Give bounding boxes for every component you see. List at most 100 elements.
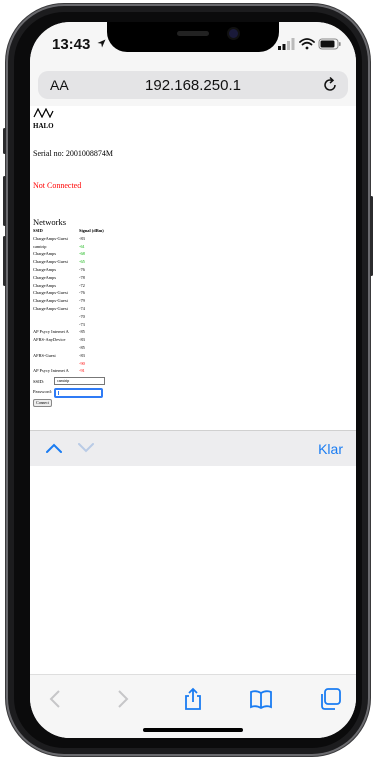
forward-icon[interactable] <box>110 687 134 711</box>
network-signal: -83 <box>79 337 85 343</box>
power-button <box>370 196 373 276</box>
network-ssid: AFRS-AnyDevice <box>33 337 66 343</box>
connection-status: Not Connected <box>33 181 82 190</box>
mute-switch <box>3 128 6 154</box>
network-ssid <box>32 313 78 321</box>
share-icon[interactable] <box>181 687 205 711</box>
empty-area <box>30 466 356 674</box>
network-signal: -85 <box>79 329 85 335</box>
network-signal: -85 <box>79 344 85 350</box>
table-row: ChargeAmps-Guest -83 <box>32 235 105 243</box>
table-row: -73 <box>32 321 105 329</box>
next-field-chevron-down-icon[interactable] <box>78 443 94 453</box>
table-row: AFRS-Guest -83 <box>32 352 105 360</box>
network-signal: -91 <box>79 368 85 374</box>
network-signal: -70 <box>79 313 85 319</box>
network-ssid <box>32 360 78 368</box>
networks-table-body: ChargeAmps-Guest -83 camtrip -61 ChargeAmps -… <box>32 235 105 375</box>
bookmarks-icon[interactable] <box>249 687 273 711</box>
table-row: ChargeAmps -68 <box>32 250 105 258</box>
password-input[interactable] <box>54 388 103 398</box>
volume-up-button <box>3 176 6 226</box>
table-row: ChargeAmps-Guest -65 <box>32 258 105 266</box>
network-signal: -79 <box>79 298 85 304</box>
home-indicator <box>143 728 243 732</box>
wifi-icon <box>299 38 315 50</box>
url-text[interactable]: 192.168.250.1 <box>38 77 348 94</box>
table-row: ChargeAmps-Guest -79 <box>32 297 105 305</box>
battery-icon <box>318 38 341 50</box>
network-ssid: ChargeAmps-Guest <box>33 235 68 241</box>
serial-number: Serial no: 2001008874M <box>33 149 113 158</box>
done-button[interactable]: Klar <box>318 441 343 457</box>
web-page: HALO Serial no: 2001008874M Not Connecte… <box>30 106 356 430</box>
network-signal: -83 <box>79 235 85 241</box>
network-ssid: ChargeAmps <box>33 282 57 288</box>
reload-icon[interactable] <box>322 76 338 94</box>
table-row: AP Psycy Internet A -85 <box>32 328 105 336</box>
table-row: ChargeAmps -78 <box>32 274 105 282</box>
table-row: ChargeAmps-Guest -76 <box>32 289 105 297</box>
text-caret <box>58 391 59 395</box>
keyboard-accessory-bar: Klar <box>30 430 356 468</box>
network-ssid: ChargeAmps-Guest <box>33 259 68 265</box>
network-ssid: camtrip <box>33 243 47 249</box>
signal-column-header: Signal (dBm) <box>79 228 104 233</box>
table-row: AFRS-AnyDevice -83 <box>32 336 105 344</box>
table-row: ChargeAmps -76 <box>32 266 105 274</box>
table-row: camtrip -61 <box>32 243 105 251</box>
network-ssid: AFRS-Guest <box>33 352 56 358</box>
password-label: Password: <box>33 389 52 394</box>
tabs-icon[interactable] <box>318 687 342 711</box>
network-ssid: ChargeAmps <box>33 274 57 280</box>
networks-heading: Networks <box>33 217 67 227</box>
network-signal: -61 <box>79 243 85 249</box>
table-header-row: SSID Signal (dBm) <box>32 227 105 235</box>
status-icons <box>278 38 341 50</box>
network-ssid: ChargeAmps-Guest <box>33 290 68 296</box>
network-signal: -90 <box>79 360 85 366</box>
network-ssid: AP Psycy Internet A <box>33 329 69 335</box>
network-ssid: ChargeAmps <box>33 251 57 257</box>
table-row: ChargeAmps-Guest -74 <box>32 305 105 313</box>
network-signal: -72 <box>79 282 85 288</box>
table-row: ChargeAmps -72 <box>32 282 105 290</box>
cellular-signal-icon <box>278 38 295 50</box>
address-bar: AA 192.168.250.1 <box>30 70 356 107</box>
speaker-grille <box>177 31 209 36</box>
location-icon <box>97 39 106 48</box>
network-ssid: ChargeAmps-Guest <box>33 298 68 304</box>
status-bar: 13:43 <box>30 22 356 70</box>
network-signal: -68 <box>79 251 85 257</box>
network-ssid <box>32 344 78 352</box>
network-signal: -76 <box>79 290 85 296</box>
networks-table: SSID Signal (dBm) ChargeAmps-Guest -83 cam… <box>32 227 105 375</box>
connect-button[interactable]: Connect <box>33 399 52 407</box>
volume-down-button <box>3 236 6 286</box>
network-signal: -73 <box>79 321 85 327</box>
phone-screen: 13:43 AA 192.168.250.1 HALO Serial no: 2… <box>30 22 356 738</box>
table-row: -70 <box>32 313 105 321</box>
network-signal: -74 <box>79 305 85 311</box>
notch <box>107 22 279 52</box>
front-camera <box>229 29 238 38</box>
table-row: -85 <box>32 344 105 352</box>
table-row: AP Psycy Internet A -91 <box>32 367 105 375</box>
previous-field-chevron-up-icon[interactable] <box>46 443 62 453</box>
halo-logo-icon <box>33 108 54 118</box>
brand-name: HALO <box>33 122 54 130</box>
table-row: -90 <box>32 360 105 368</box>
network-ssid: ChargeAmps-Guest <box>33 305 68 311</box>
status-time: 13:43 <box>52 36 91 53</box>
network-signal: -78 <box>79 274 85 280</box>
ssid-column-header: SSID <box>33 228 43 233</box>
network-signal: -65 <box>79 259 85 265</box>
ssid-input[interactable]: camtrip <box>54 377 105 385</box>
network-ssid: ChargeAmps <box>33 266 57 272</box>
network-signal: -76 <box>79 266 85 272</box>
back-icon[interactable] <box>44 687 68 711</box>
network-ssid <box>32 321 78 329</box>
url-field[interactable]: AA 192.168.250.1 <box>38 71 348 99</box>
bottom-toolbar <box>30 674 356 738</box>
ssid-label: SSID: <box>33 379 45 384</box>
